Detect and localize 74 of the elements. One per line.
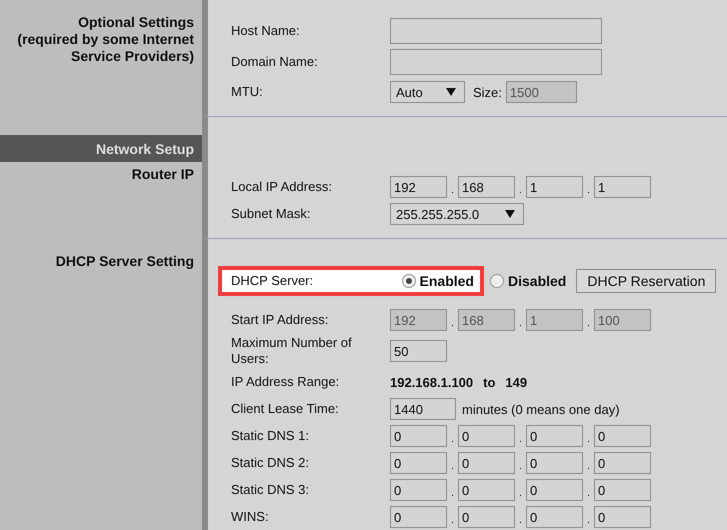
field-label: Static DNS 2: <box>231 455 310 471</box>
section-heading: Router IP <box>130 166 194 183</box>
dot-separator: . <box>586 460 591 472</box>
text-field[interactable] <box>390 49 602 75</box>
dot-separator: . <box>586 316 591 328</box>
field-label: Local IP Address: <box>231 179 333 195</box>
field-label: MTU: <box>231 84 264 100</box>
radio-option[interactable]: Enabled <box>402 273 474 289</box>
dot-separator: . <box>518 486 523 498</box>
dot-separator: . <box>518 184 523 196</box>
mtu-dropdown[interactable]: Auto <box>390 81 465 103</box>
octet-field[interactable]: 0 <box>390 479 447 501</box>
octet-field[interactable]: 0 <box>390 425 447 447</box>
subnet-dropdown[interactable]: 255.255.255.0 <box>390 203 524 225</box>
octet-field[interactable]: 1 <box>526 176 583 198</box>
dot-separator: . <box>586 432 591 444</box>
octet-field[interactable]: 0 <box>594 452 651 474</box>
octet-field[interactable]: 0 <box>526 506 583 528</box>
radio-button[interactable] <box>490 274 504 288</box>
dot-separator: . <box>586 184 591 196</box>
field-label: Host Name: <box>231 23 301 39</box>
caret-icon <box>505 210 515 218</box>
radio-button[interactable] <box>402 274 416 288</box>
octet-field[interactable]: 0 <box>458 479 515 501</box>
range-separator: to <box>483 374 496 390</box>
dot-separator: . <box>450 316 455 328</box>
field-label: Client Lease Time: <box>231 401 340 417</box>
octet-field[interactable]: 192 <box>390 176 447 198</box>
octet-field[interactable]: 0 <box>594 479 651 501</box>
octet-field[interactable]: 0 <box>458 425 515 447</box>
dot-separator: . <box>450 184 455 196</box>
field-label: Static DNS 1: <box>231 428 310 444</box>
field-label: Domain Name: <box>231 54 319 70</box>
field-label: Static DNS 3: <box>231 482 310 498</box>
field-label: Start IP Address: <box>231 312 330 328</box>
range-value: 192.168.1.100 <box>390 374 474 390</box>
dot-separator: . <box>450 432 455 444</box>
range-value: 149 <box>505 374 528 390</box>
text-field[interactable] <box>390 18 602 44</box>
dot-separator: . <box>450 514 455 526</box>
caret-icon <box>446 88 456 96</box>
section-heading: Optional Settings (required by some Internet Service Providers) <box>16 14 194 65</box>
octet-field[interactable]: 0 <box>526 425 583 447</box>
octet-field[interactable]: 0 <box>594 425 651 447</box>
dot-separator: . <box>518 514 523 526</box>
octet-field[interactable]: 0 <box>390 506 447 528</box>
field-label: Maximum Number of Users: <box>231 335 353 367</box>
dot-separator: . <box>518 316 523 328</box>
octet-field[interactable]: 0 <box>458 506 515 528</box>
octet-field[interactable]: 1 <box>594 176 651 198</box>
radio-option[interactable]: Disabled <box>490 273 566 289</box>
octet-field[interactable]: 0 <box>390 452 447 474</box>
dot-separator: . <box>518 432 523 444</box>
section-heading: DHCP Server Setting <box>54 253 194 270</box>
octet-field[interactable]: 168 <box>458 176 515 198</box>
text-field[interactable]: 50 <box>390 340 447 362</box>
section-banner: Network Setup <box>0 135 202 162</box>
octet-field[interactable]: 0 <box>526 479 583 501</box>
dot-separator: . <box>450 486 455 498</box>
size-label: Size: <box>473 84 502 100</box>
dot-separator: . <box>450 460 455 472</box>
field-label: Subnet Mask: <box>231 206 312 222</box>
octet-field[interactable]: 0 <box>594 506 651 528</box>
octet-field[interactable]: 0 <box>526 452 583 474</box>
text-field[interactable]: 1440 <box>390 398 456 420</box>
field-label: WINS: <box>231 509 270 525</box>
dot-separator: . <box>518 460 523 472</box>
unit-text: minutes (0 means one day) <box>462 402 620 416</box>
octet-field[interactable]: 0 <box>458 452 515 474</box>
dot-separator: . <box>586 514 591 526</box>
reservation-button[interactable]: DHCP Reservation <box>576 269 716 293</box>
dot-separator: . <box>586 486 591 498</box>
field-label: DHCP Server: <box>231 273 314 289</box>
field-label: IP Address Range: <box>231 374 340 390</box>
